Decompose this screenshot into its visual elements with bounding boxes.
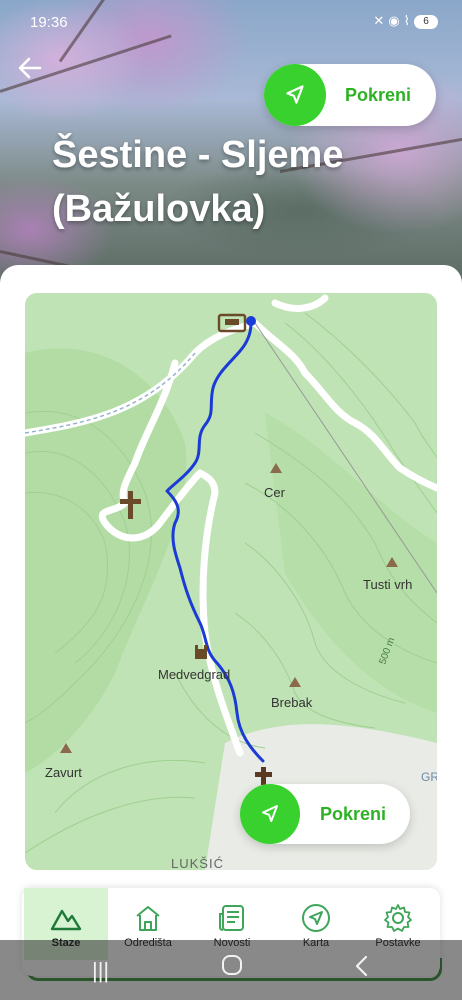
label-medvedgrad: Medvedgrad	[158, 667, 230, 682]
start-button-header[interactable]: Pokreni	[264, 64, 436, 126]
trail-start-marker	[246, 316, 256, 326]
navigation-arrow-icon	[240, 784, 300, 844]
label-zavurt: Zavurt	[45, 765, 82, 780]
label-brebak: Brebak	[271, 695, 313, 710]
trail-title-line2: (Bažulovka)	[52, 188, 266, 230]
trail-route	[165, 321, 265, 763]
battery-icon: 6	[414, 14, 438, 29]
arrow-left-icon	[18, 57, 42, 79]
status-icons: ✕◉⌇ 6	[373, 13, 438, 29]
location-icon: ◉	[388, 13, 404, 28]
mountain-icon	[50, 909, 82, 931]
navigation-arrow-icon	[264, 64, 326, 126]
gear-icon	[384, 904, 412, 932]
label-luksic: LUKŠIĆ	[171, 856, 224, 870]
status-bar: 19:36 ✕◉⌇ 6	[0, 10, 462, 36]
start-button-map[interactable]: Pokreni	[240, 784, 410, 844]
start-button-map-label: Pokreni	[320, 803, 387, 824]
navigation-icon	[302, 904, 330, 932]
news-icon	[219, 905, 244, 931]
wifi-icon: ⌇	[403, 13, 414, 28]
building-icon	[136, 906, 160, 931]
trail-title: Šestine - Sljeme (Bažulovka)	[52, 128, 412, 236]
back-nav-icon[interactable]	[352, 954, 372, 984]
home-icon[interactable]	[221, 954, 243, 982]
label-cer: Cer	[264, 485, 286, 500]
label-tusti-vrh: Tusti vrh	[363, 577, 412, 592]
status-time: 19:36	[30, 14, 68, 31]
recent-apps-icon[interactable]: |||	[92, 958, 109, 984]
back-button[interactable]	[14, 52, 46, 84]
label-gr: GR	[421, 770, 437, 784]
trail-title-line1: Šestine - Sljeme	[52, 134, 344, 176]
mute-icon: ✕	[373, 13, 389, 28]
castle-icon	[195, 645, 207, 659]
system-nav-bar: |||	[0, 940, 462, 1000]
start-button-label: Pokreni	[345, 84, 412, 105]
